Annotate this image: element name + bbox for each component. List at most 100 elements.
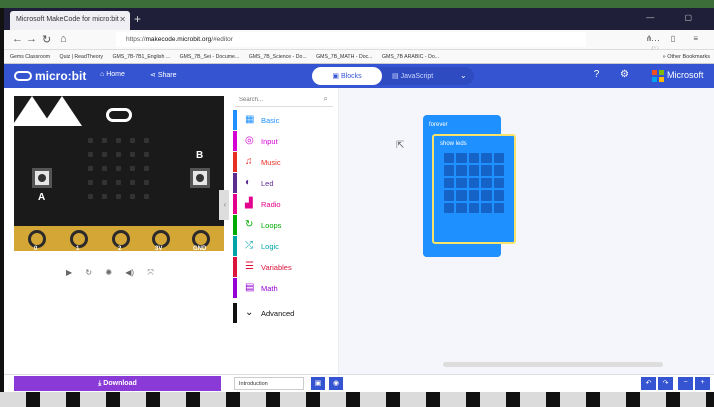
led-toggle[interactable] bbox=[456, 177, 467, 189]
chevron-down-icon[interactable]: ⌄ bbox=[460, 71, 467, 80]
mute-icon[interactable]: ◀) bbox=[125, 268, 134, 277]
bookmark-item[interactable]: Quiz | ReadTheory bbox=[60, 54, 103, 60]
forward-icon[interactable]: → bbox=[26, 33, 37, 45]
bookmark-item[interactable]: GMS_7B_Science - Do... bbox=[249, 54, 307, 60]
button-b[interactable] bbox=[190, 168, 210, 188]
share-button[interactable]: ⋖ Share bbox=[150, 71, 177, 79]
toolbox-category-math[interactable]: ▤ Math bbox=[233, 278, 335, 298]
led-toggle[interactable] bbox=[481, 177, 492, 189]
bookmark-item[interactable]: GMS_7B-7B1_English ... bbox=[112, 54, 170, 60]
search-icon[interactable]: ⌕ bbox=[324, 94, 328, 104]
led-toggle[interactable] bbox=[444, 153, 455, 164]
toolbox-category-radio[interactable]: ▟ Radio bbox=[233, 194, 335, 214]
toolbox-category-advanced[interactable]: ⌄ Advanced bbox=[233, 303, 335, 323]
led bbox=[115, 138, 121, 144]
workspace-scrollbar[interactable] bbox=[443, 362, 663, 367]
home-button[interactable]: ⌂ Home bbox=[100, 71, 125, 78]
bookmark-item[interactable]: GMS_7B ARABIC - Do... bbox=[382, 54, 439, 60]
bookmark-item[interactable]: GMS_7B_Sei - Docume... bbox=[180, 54, 240, 60]
forever-block-bottom bbox=[423, 247, 501, 257]
bookmark-item[interactable]: Gems Classroom bbox=[10, 54, 50, 60]
reload-icon[interactable]: ↻ bbox=[42, 33, 51, 46]
led-toggle[interactable] bbox=[444, 165, 455, 176]
button-a[interactable] bbox=[32, 168, 52, 188]
redo-icon[interactable]: ↷ bbox=[658, 377, 673, 390]
pin-label: 1 bbox=[76, 246, 80, 252]
led-toggle[interactable] bbox=[444, 177, 455, 189]
browser-tab[interactable]: Microsoft MakeCode for micro:bit ✕ bbox=[10, 11, 130, 30]
category-label: Radio bbox=[261, 200, 281, 209]
led-toggle[interactable] bbox=[468, 202, 480, 213]
bookmark-item[interactable]: GMS_7B_MATH - Doc... bbox=[316, 54, 372, 60]
zoom-out-icon[interactable]: − bbox=[678, 377, 693, 390]
led-toggle[interactable] bbox=[468, 190, 480, 201]
led-toggle[interactable] bbox=[493, 165, 504, 176]
led-toggle[interactable] bbox=[456, 202, 467, 213]
list-icon: ☰ bbox=[245, 261, 254, 272]
blocks-tab[interactable]: ▣ Blocks bbox=[312, 67, 382, 85]
play-icon[interactable]: ▶ bbox=[66, 268, 72, 277]
led-toggle[interactable] bbox=[468, 177, 480, 189]
led-toggle[interactable] bbox=[493, 202, 504, 213]
led-toggle[interactable] bbox=[493, 153, 504, 164]
category-color-bar bbox=[233, 257, 237, 277]
led-toggle[interactable] bbox=[481, 153, 492, 164]
microbit-logo[interactable]: micro:bit bbox=[14, 69, 86, 83]
led-toggle[interactable] bbox=[481, 165, 492, 176]
led-toggle[interactable] bbox=[444, 202, 455, 213]
toolbox-category-led[interactable]: ◐ Led bbox=[233, 173, 335, 193]
toolbox-category-input[interactable]: ◎ Input bbox=[233, 131, 335, 151]
toolbox-category-loops[interactable]: ↻ Loops bbox=[233, 215, 335, 235]
zoom-in-icon[interactable]: + bbox=[695, 377, 710, 390]
toolbox-category-music[interactable]: ♫ Music bbox=[233, 152, 335, 172]
toolbox-category-basic[interactable]: ▦ Basic bbox=[233, 110, 335, 130]
fullscreen-icon[interactable]: ⤧ bbox=[147, 268, 153, 277]
gear-icon[interactable]: ⚙ bbox=[618, 69, 631, 82]
restart-icon[interactable]: ↻ bbox=[85, 268, 92, 277]
led-toggle[interactable] bbox=[456, 190, 467, 201]
led-toggle[interactable] bbox=[456, 153, 467, 164]
led bbox=[143, 179, 149, 185]
led-toggle[interactable] bbox=[493, 190, 504, 201]
search-input[interactable] bbox=[235, 93, 333, 107]
led-toggle[interactable] bbox=[481, 190, 492, 201]
home-icon[interactable]: ⌂ bbox=[60, 33, 67, 45]
address-bar[interactable]: https://makecode.microbit.org/#editor ··… bbox=[116, 32, 660, 66]
led bbox=[129, 193, 135, 199]
toolbox-category-variables[interactable]: ☰ Variables bbox=[233, 257, 335, 277]
github-icon[interactable]: ◉ bbox=[329, 377, 343, 390]
other-bookmarks[interactable]: » Other Bookmarks bbox=[663, 54, 710, 60]
led bbox=[115, 165, 121, 171]
app-header: micro:bit ⌂ Home ⋖ Share ▣ Blocks ▤ Java… bbox=[4, 64, 714, 88]
editor-footer: ⤓ Download ▣ ◉ ↶ ↷ − + bbox=[4, 374, 714, 392]
forever-block[interactable]: forever show leds bbox=[423, 115, 516, 257]
browser-toolbar-icons[interactable]: ⋔ ▯ ≡ bbox=[646, 34, 706, 43]
blocks-workspace[interactable]: forever show leds ⇱ bbox=[339, 88, 714, 374]
button-a-label: A bbox=[38, 192, 46, 203]
undo-icon[interactable]: ↶ bbox=[641, 377, 656, 390]
save-icon[interactable]: ▣ bbox=[311, 377, 325, 390]
calculator-icon: ▤ bbox=[245, 282, 255, 293]
logo-touch-icon[interactable] bbox=[106, 108, 132, 122]
toolbox-category-logic[interactable]: ⤮ Logic bbox=[233, 236, 335, 256]
back-icon[interactable]: ← bbox=[12, 33, 23, 45]
new-tab-button[interactable]: + bbox=[134, 12, 141, 26]
download-button[interactable]: ⤓ Download bbox=[14, 376, 221, 391]
led-toggle[interactable] bbox=[444, 190, 455, 201]
led-toggle[interactable] bbox=[468, 165, 480, 176]
debug-icon[interactable]: ✺ bbox=[105, 268, 112, 277]
led-toggle[interactable] bbox=[493, 177, 504, 189]
help-icon[interactable]: ? bbox=[590, 69, 603, 82]
download-label: Download bbox=[103, 380, 137, 387]
led-toggle[interactable] bbox=[481, 202, 492, 213]
project-name-input[interactable] bbox=[234, 377, 304, 390]
close-icon[interactable]: ✕ bbox=[119, 15, 126, 24]
simulator-controls: ▶ ↻ ✺ ◀) ⤧ bbox=[66, 268, 165, 278]
led-toggle[interactable] bbox=[456, 165, 467, 176]
led-toggle[interactable] bbox=[468, 153, 480, 164]
show-leds-block[interactable]: show leds bbox=[432, 134, 516, 244]
toolbox: ⌕ ▦ Basic ◎ Input ♫ Music ◐ Led ▟ Radio bbox=[229, 88, 339, 374]
javascript-tab[interactable]: ▤ JavaScript bbox=[392, 72, 433, 80]
window-controls[interactable]: — ▢ bbox=[646, 13, 706, 22]
microsoft-label[interactable]: Microsoft bbox=[667, 70, 704, 80]
